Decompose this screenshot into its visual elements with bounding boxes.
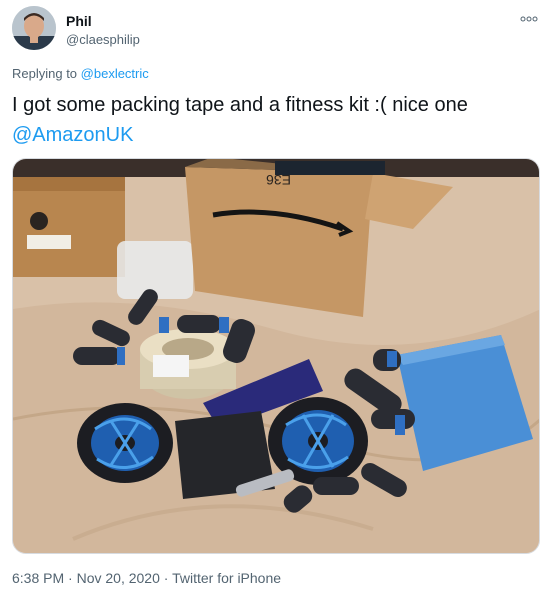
- tweet-mention-link[interactable]: @AmazonUK: [12, 124, 133, 146]
- tweet-photo[interactable]: E36: [12, 158, 540, 554]
- replying-to-label: Replying to: [12, 66, 81, 81]
- tweet: Phil @claesphilip Replying to @bexlectri…: [0, 0, 552, 600]
- more-dots-icon[interactable]: [518, 12, 540, 26]
- tweet-time[interactable]: 6:38 PM: [12, 570, 64, 586]
- meta-separator: ·: [159, 570, 173, 586]
- tweet-source[interactable]: Twitter for iPhone: [172, 570, 281, 586]
- tweet-header: Phil @claesphilip: [10, 6, 542, 54]
- tweet-date[interactable]: Nov 20, 2020: [77, 570, 160, 586]
- replying-to: Replying to @bexlectric: [12, 66, 149, 81]
- tweet-meta: 6:38 PM · Nov 20, 2020 · Twitter for iPh…: [12, 570, 281, 586]
- author-handle[interactable]: @claesphilip: [66, 32, 140, 47]
- meta-separator: ·: [64, 570, 77, 586]
- tweet-text: I got some packing tape and a fitness ki…: [12, 90, 532, 150]
- replying-to-mention[interactable]: @bexlectric: [81, 66, 149, 81]
- author-name[interactable]: Phil: [66, 13, 92, 29]
- avatar[interactable]: [12, 6, 56, 50]
- tweet-text-main: I got some packing tape and a fitness ki…: [12, 94, 468, 116]
